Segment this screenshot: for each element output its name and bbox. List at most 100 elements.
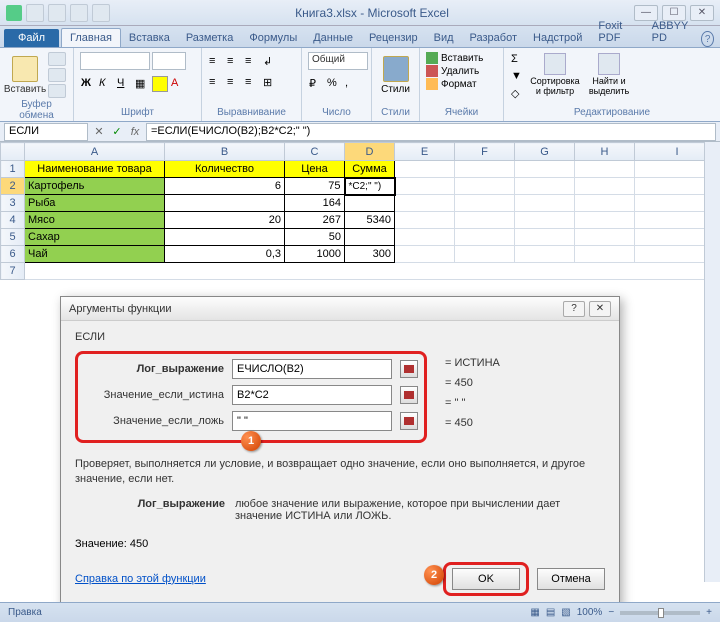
cell[interactable] bbox=[455, 229, 515, 246]
qat-undo-icon[interactable] bbox=[48, 4, 66, 22]
currency-icon[interactable]: ₽ bbox=[308, 76, 324, 92]
arg2-input[interactable] bbox=[232, 385, 392, 405]
cell[interactable] bbox=[395, 178, 455, 195]
border-icon[interactable]: ▦ bbox=[134, 76, 150, 92]
tab-home[interactable]: Главная bbox=[61, 28, 121, 47]
col-header-E[interactable]: E bbox=[395, 143, 455, 161]
zoom-in-button[interactable]: + bbox=[706, 607, 712, 618]
cell[interactable] bbox=[575, 229, 635, 246]
cell[interactable]: 164 bbox=[285, 195, 345, 212]
percent-icon[interactable]: % bbox=[326, 76, 342, 92]
col-header-A[interactable]: A bbox=[25, 143, 165, 161]
tab-formulas[interactable]: Формулы bbox=[241, 29, 305, 47]
cell[interactable]: 267 bbox=[285, 212, 345, 229]
cell[interactable] bbox=[345, 229, 395, 246]
format-cells-button[interactable]: Формат bbox=[426, 78, 477, 90]
underline-icon[interactable]: Ч bbox=[116, 76, 132, 92]
wrap-text-icon[interactable]: ↲ bbox=[262, 54, 278, 70]
formula-input[interactable]: =ЕСЛИ(ЕЧИСЛО(B2);B2*C2;" ") bbox=[146, 123, 716, 141]
view-layout-icon[interactable]: ▤ bbox=[546, 607, 555, 618]
arg3-ref-button[interactable] bbox=[400, 412, 418, 430]
cell[interactable]: 1000 bbox=[285, 246, 345, 263]
tab-abbyy[interactable]: ABBYY PD bbox=[644, 17, 702, 47]
zoom-slider[interactable] bbox=[620, 611, 700, 615]
dialog-titlebar[interactable]: Аргументы функции ? ✕ bbox=[61, 297, 619, 321]
zoom-level[interactable]: 100% bbox=[577, 607, 603, 618]
select-all-corner[interactable] bbox=[1, 143, 25, 161]
zoom-out-button[interactable]: − bbox=[608, 607, 614, 618]
qat-redo-icon[interactable] bbox=[70, 4, 88, 22]
row-header[interactable]: 3 bbox=[1, 195, 25, 212]
cell[interactable]: 50 bbox=[285, 229, 345, 246]
cell[interactable]: Картофель bbox=[25, 178, 165, 195]
cell[interactable]: 6 bbox=[165, 178, 285, 195]
cell[interactable] bbox=[455, 212, 515, 229]
cell[interactable]: Рыба bbox=[25, 195, 165, 212]
help-icon[interactable]: ? bbox=[701, 31, 714, 47]
cell[interactable] bbox=[575, 161, 635, 178]
cell[interactable] bbox=[395, 195, 455, 212]
cell[interactable]: 0,3 bbox=[165, 246, 285, 263]
cell[interactable] bbox=[455, 246, 515, 263]
arg1-ref-button[interactable] bbox=[400, 360, 418, 378]
font-color-icon[interactable]: A bbox=[170, 76, 186, 92]
format-painter-icon[interactable] bbox=[48, 84, 66, 98]
number-format-select[interactable]: Общий bbox=[308, 52, 368, 70]
align-top-icon[interactable]: ≡ bbox=[208, 54, 224, 70]
arg1-input[interactable] bbox=[232, 359, 392, 379]
header-cell[interactable]: Сумма bbox=[345, 161, 395, 178]
align-left-icon[interactable]: ≡ bbox=[208, 75, 224, 91]
tab-foxit[interactable]: Foxit PDF bbox=[590, 17, 643, 47]
header-cell[interactable]: Количество bbox=[165, 161, 285, 178]
cell[interactable]: Чай bbox=[25, 246, 165, 263]
cell[interactable] bbox=[165, 195, 285, 212]
cell[interactable] bbox=[515, 178, 575, 195]
font-name-input[interactable] bbox=[80, 52, 150, 70]
name-box[interactable]: ЕСЛИ bbox=[4, 123, 88, 141]
cancel-button[interactable]: Отмена bbox=[537, 568, 605, 590]
cell[interactable] bbox=[575, 246, 635, 263]
arg2-ref-button[interactable] bbox=[400, 386, 418, 404]
cell[interactable]: 20 bbox=[165, 212, 285, 229]
col-header-D[interactable]: D bbox=[345, 143, 395, 161]
cell[interactable]: 75 bbox=[285, 178, 345, 195]
cell[interactable] bbox=[345, 195, 395, 212]
cell[interactable] bbox=[395, 246, 455, 263]
cell[interactable] bbox=[575, 195, 635, 212]
dialog-help-button[interactable]: ? bbox=[563, 301, 585, 317]
cell[interactable] bbox=[575, 178, 635, 195]
tab-addins[interactable]: Надстрой bbox=[525, 29, 590, 47]
cell[interactable]: 300 bbox=[345, 246, 395, 263]
cell[interactable]: 5340 bbox=[345, 212, 395, 229]
autosum-icon[interactable]: Σ bbox=[510, 52, 526, 68]
cell[interactable] bbox=[515, 229, 575, 246]
row-header[interactable]: 4 bbox=[1, 212, 25, 229]
cell[interactable] bbox=[455, 161, 515, 178]
align-right-icon[interactable]: ≡ bbox=[244, 75, 260, 91]
fill-color-icon[interactable] bbox=[152, 76, 168, 92]
qat-customize-icon[interactable] bbox=[92, 4, 110, 22]
styles-button[interactable]: Стили bbox=[378, 52, 413, 98]
col-header-C[interactable]: C bbox=[285, 143, 345, 161]
copy-icon[interactable] bbox=[48, 68, 66, 82]
italic-icon[interactable]: К bbox=[98, 76, 114, 92]
file-tab[interactable]: Файл bbox=[4, 29, 59, 47]
cell[interactable] bbox=[165, 229, 285, 246]
tab-review[interactable]: Рецензир bbox=[361, 29, 426, 47]
cell[interactable] bbox=[515, 195, 575, 212]
tab-view[interactable]: Вид bbox=[426, 29, 462, 47]
row-header[interactable]: 6 bbox=[1, 246, 25, 263]
arg3-input[interactable] bbox=[232, 411, 392, 431]
col-header-H[interactable]: H bbox=[575, 143, 635, 161]
comma-icon[interactable]: , bbox=[344, 76, 360, 92]
cell[interactable] bbox=[395, 229, 455, 246]
tab-layout[interactable]: Разметка bbox=[178, 29, 242, 47]
sort-filter-button[interactable]: Сортировка и фильтр bbox=[530, 52, 580, 98]
header-cell[interactable]: Наименование товара bbox=[25, 161, 165, 178]
row-header[interactable]: 7 bbox=[1, 263, 25, 280]
row-header[interactable]: 1 bbox=[1, 161, 25, 178]
clear-icon[interactable]: ◇ bbox=[510, 86, 526, 102]
tab-data[interactable]: Данные bbox=[305, 29, 361, 47]
cell[interactable] bbox=[515, 161, 575, 178]
cell[interactable]: Мясо bbox=[25, 212, 165, 229]
